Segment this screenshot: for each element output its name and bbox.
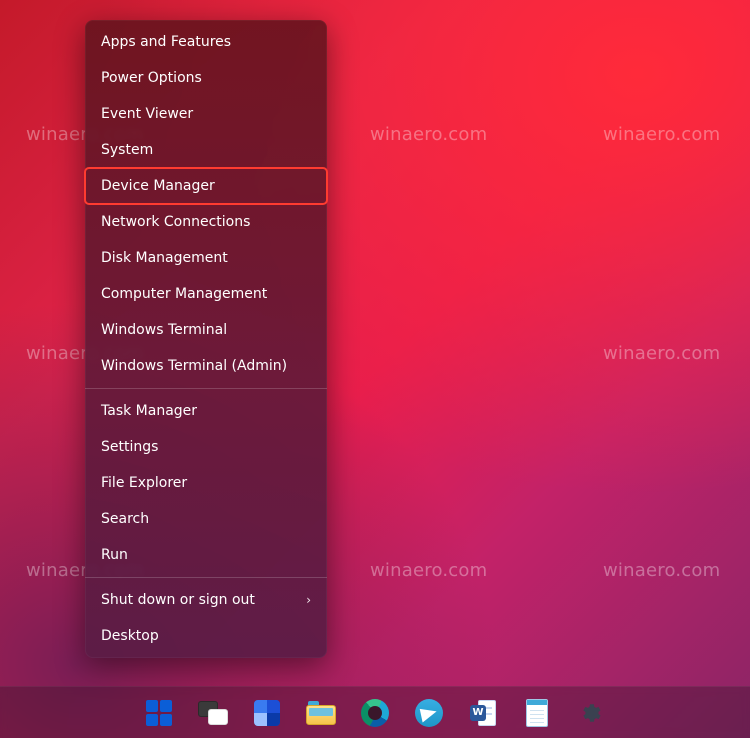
- widgets-icon: [254, 700, 280, 726]
- menu-item-label: Task Manager: [101, 403, 197, 419]
- menu-item-device-manager[interactable]: Device Manager: [85, 168, 327, 204]
- start-button[interactable]: [138, 692, 180, 734]
- widgets-button[interactable]: [246, 692, 288, 734]
- desktop-wallpaper: winaero.com winaero.com winaero.com winaero…: [0, 0, 750, 738]
- menu-item-computer-management[interactable]: Computer Management: [85, 276, 327, 312]
- task-view-icon: [198, 701, 228, 725]
- menu-item-label: Windows Terminal (Admin): [101, 358, 287, 374]
- menu-separator: [85, 388, 327, 389]
- menu-item-label: Power Options: [101, 70, 202, 86]
- menu-item-label: Event Viewer: [101, 106, 193, 122]
- menu-item-disk-management[interactable]: Disk Management: [85, 240, 327, 276]
- menu-item-windows-terminal[interactable]: Windows Terminal: [85, 312, 327, 348]
- file-explorer-icon: [306, 701, 336, 725]
- settings-gear-icon: [577, 699, 605, 727]
- menu-item-label: Windows Terminal: [101, 322, 227, 338]
- menu-item-power-options[interactable]: Power Options: [85, 60, 327, 96]
- menu-item-search[interactable]: Search: [85, 501, 327, 537]
- menu-item-label: Disk Management: [101, 250, 228, 266]
- notepad-icon: [526, 699, 548, 727]
- edge-icon: [361, 699, 389, 727]
- menu-item-label: Network Connections: [101, 214, 250, 230]
- taskbar: W: [0, 686, 750, 738]
- menu-item-desktop[interactable]: Desktop: [85, 618, 327, 654]
- edge-button[interactable]: [354, 692, 396, 734]
- chevron-right-icon: ›: [306, 593, 311, 607]
- menu-item-label: System: [101, 142, 153, 158]
- menu-item-network-connections[interactable]: Network Connections: [85, 204, 327, 240]
- settings-button[interactable]: [570, 692, 612, 734]
- menu-separator: [85, 577, 327, 578]
- menu-item-task-manager[interactable]: Task Manager: [85, 393, 327, 429]
- menu-item-settings[interactable]: Settings: [85, 429, 327, 465]
- menu-item-label: Desktop: [101, 628, 159, 644]
- menu-item-label: Shut down or sign out: [101, 592, 255, 608]
- winx-context-menu: Apps and Features Power Options Event View…: [85, 20, 327, 658]
- menu-item-label: Apps and Features: [101, 34, 231, 50]
- menu-item-file-explorer[interactable]: File Explorer: [85, 465, 327, 501]
- menu-item-windows-terminal-admin[interactable]: Windows Terminal (Admin): [85, 348, 327, 384]
- menu-item-label: Search: [101, 511, 149, 527]
- file-explorer-button[interactable]: [300, 692, 342, 734]
- windows-start-icon: [146, 700, 172, 726]
- word-button[interactable]: W: [462, 692, 504, 734]
- telegram-icon: [415, 699, 443, 727]
- task-view-button[interactable]: [192, 692, 234, 734]
- menu-item-label: Settings: [101, 439, 158, 455]
- word-icon: W: [470, 700, 496, 726]
- menu-item-shutdown-submenu[interactable]: Shut down or sign out ›: [85, 582, 327, 618]
- watermark-text: winaero.com: [603, 343, 720, 364]
- menu-item-run[interactable]: Run: [85, 537, 327, 573]
- notepad-button[interactable]: [516, 692, 558, 734]
- watermark-text: winaero.com: [370, 124, 487, 145]
- menu-item-label: Run: [101, 547, 128, 563]
- watermark-text: winaero.com: [370, 560, 487, 581]
- watermark-text: winaero.com: [603, 560, 720, 581]
- menu-item-event-viewer[interactable]: Event Viewer: [85, 96, 327, 132]
- menu-item-label: File Explorer: [101, 475, 187, 491]
- menu-item-label: Computer Management: [101, 286, 267, 302]
- menu-item-system[interactable]: System: [85, 132, 327, 168]
- watermark-text: winaero.com: [603, 124, 720, 145]
- menu-item-apps-and-features[interactable]: Apps and Features: [85, 24, 327, 60]
- telegram-button[interactable]: [408, 692, 450, 734]
- menu-item-label: Device Manager: [101, 178, 215, 194]
